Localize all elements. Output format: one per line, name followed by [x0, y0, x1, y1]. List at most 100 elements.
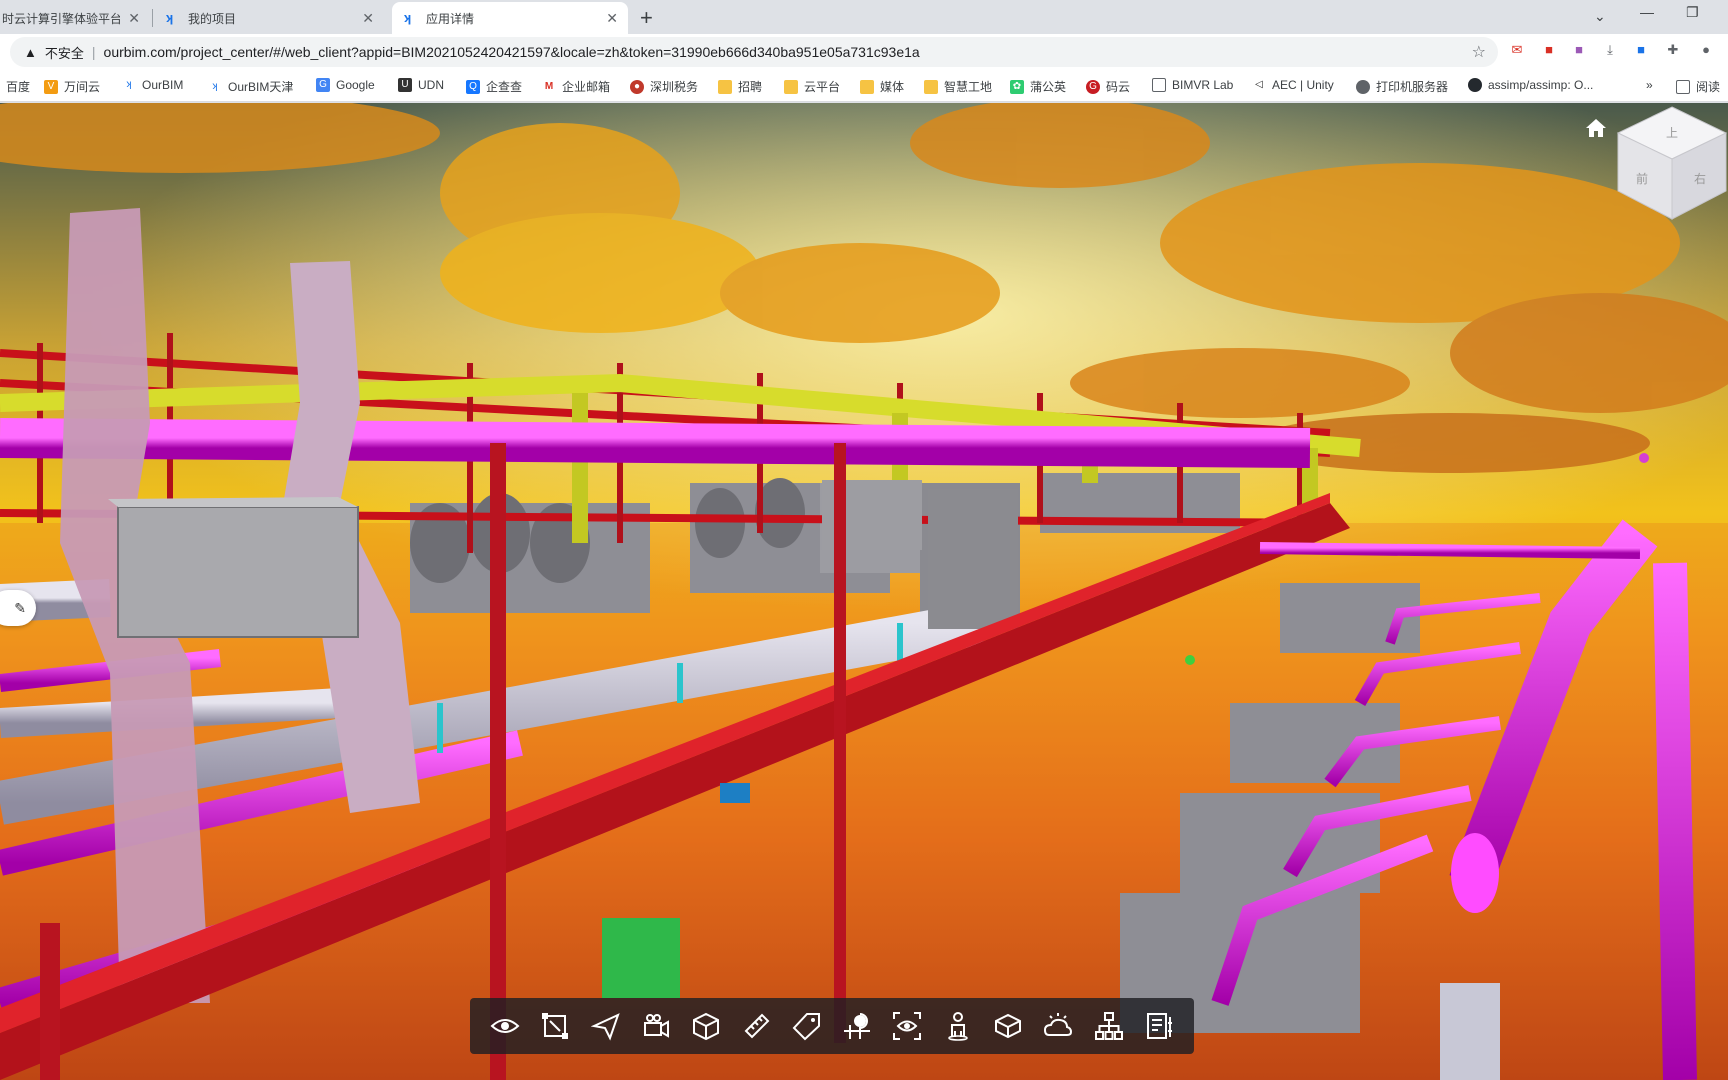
- navcube-face-front[interactable]: 前: [1636, 171, 1648, 186]
- folder-icon: [718, 79, 732, 94]
- navcube-face-right[interactable]: 右: [1694, 171, 1706, 186]
- camera-icon: [643, 1014, 669, 1038]
- tab-app-details[interactable]: ʞ 应用详情 ✕: [392, 2, 628, 34]
- puzzle-icon[interactable]: ✚: [1664, 41, 1682, 59]
- location-button[interactable]: [837, 1006, 877, 1046]
- google-icon: G: [316, 78, 330, 92]
- close-icon[interactable]: ✕: [362, 10, 374, 27]
- folder-icon: [860, 79, 874, 94]
- ourbim-icon: ʞ: [404, 10, 412, 25]
- model-cube-button[interactable]: [686, 1006, 726, 1046]
- bookmark-folder[interactable]: 云平台: [784, 78, 840, 95]
- navigation-cube[interactable]: 上 前 右: [1614, 103, 1728, 223]
- bookmark-folder[interactable]: 招聘: [718, 78, 762, 95]
- section-box-icon: [542, 1013, 569, 1039]
- divider: |: [91, 44, 96, 60]
- bookmark-item[interactable]: V 万间云: [44, 78, 100, 95]
- extension-icon[interactable]: ■: [1632, 41, 1650, 59]
- tab-my-projects[interactable]: ʞ 我的项目 ✕: [154, 2, 384, 34]
- wanjian-icon: V: [44, 79, 58, 94]
- roam-button[interactable]: [586, 1006, 626, 1046]
- restore-button[interactable]: ❐: [1686, 4, 1699, 21]
- navcube-face-top[interactable]: 上: [1666, 126, 1678, 140]
- bookmark-item[interactable]: M 企业邮箱: [542, 78, 610, 95]
- home-view-icon[interactable]: [1585, 118, 1607, 138]
- udn-icon: U: [398, 78, 412, 92]
- page-icon: [1152, 78, 1166, 92]
- tab-separator: [152, 9, 153, 27]
- section-box-button[interactable]: [535, 1006, 575, 1046]
- properties-icon: [1146, 1013, 1172, 1039]
- tab-title: 时云计算引擎体验平台: [2, 11, 120, 26]
- bookmark-star-icon[interactable]: ☆: [1472, 42, 1486, 62]
- download-icon[interactable]: ⤓: [1601, 41, 1619, 59]
- qichacha-icon: Q: [466, 79, 480, 94]
- pin-icon: [844, 1013, 871, 1039]
- tab-title: 应用详情: [426, 11, 475, 26]
- bookmark-item[interactable]: G Google: [316, 78, 375, 92]
- close-icon[interactable]: ✕: [606, 10, 618, 27]
- person-button[interactable]: [938, 1006, 978, 1046]
- bookmark-item[interactable]: ✿ 蒲公英: [1010, 78, 1066, 95]
- bookmark-folder[interactable]: 智慧工地: [924, 78, 992, 95]
- extension-icon[interactable]: ✉: [1508, 41, 1526, 59]
- new-tab-button[interactable]: +: [640, 5, 653, 31]
- measure-button[interactable]: [737, 1006, 777, 1046]
- ruler-icon: [744, 1013, 769, 1039]
- url-text[interactable]: ourbim.com/project_center/#/web_client?a…: [104, 44, 920, 60]
- reading-list-icon: [1676, 79, 1690, 94]
- bookmark-item[interactable]: ʞ OurBIM天津: [208, 78, 294, 95]
- tax-icon: ●: [630, 79, 644, 94]
- pencil-icon: ✎: [14, 600, 26, 616]
- minimize-button[interactable]: —: [1640, 4, 1654, 20]
- address-bar[interactable]: ▲ 不安全 | ourbim.com/project_center/#/web_…: [10, 37, 1498, 67]
- bookmark-item[interactable]: ʞ OurBIM: [122, 78, 184, 92]
- weather-icon: [1044, 1013, 1073, 1036]
- browser-toolbar: ▲ 不安全 | ourbim.com/project_center/#/web_…: [0, 34, 1728, 70]
- ourbim-icon: ʞ: [126, 79, 132, 90]
- unity-icon: ◁: [1255, 79, 1263, 90]
- folder-icon: [924, 79, 938, 94]
- bim-3d-viewport[interactable]: 上 前 右 ✎: [0, 103, 1728, 1080]
- tab-title: 我的项目: [188, 11, 237, 26]
- bookmark-folder[interactable]: 媒体: [860, 78, 904, 95]
- bookmark-item[interactable]: U UDN: [398, 78, 444, 92]
- bookmark-item[interactable]: 打印机服务器: [1356, 78, 1448, 95]
- bookmarks-bar: 百度 V 万间云 ʞ OurBIM ʞ OurBIM天津 G Google U UDN Q…: [0, 70, 1728, 102]
- warning-icon[interactable]: ▲: [24, 45, 37, 60]
- tag-icon: [792, 1013, 820, 1041]
- visibility-button[interactable]: [485, 1006, 525, 1046]
- focus-eye-icon: [893, 1012, 922, 1040]
- bookmark-item[interactable]: ◁ AEC | Unity: [1252, 78, 1334, 92]
- reading-list-button[interactable]: 阅读: [1676, 78, 1720, 95]
- more-bookmarks-button[interactable]: »: [1646, 78, 1653, 92]
- cube-icon: [693, 1012, 720, 1041]
- view-focus-button[interactable]: [887, 1006, 927, 1046]
- scene-render: [0, 103, 1728, 1080]
- edit-panel-handle[interactable]: ✎: [0, 590, 36, 626]
- pdf-icon[interactable]: ■: [1540, 41, 1558, 59]
- box-icon: [994, 1013, 1021, 1039]
- tab-strip: 时云计算引擎体验平台 ✕ ʞ 我的项目 ✕ ʞ 应用详情 ✕ + ⌄ — ❐: [0, 0, 1728, 34]
- bookmark-item[interactable]: assimp/assimp: O...: [1468, 78, 1593, 92]
- weather-button[interactable]: [1038, 1006, 1078, 1046]
- ourbim-icon: ʞ: [166, 10, 174, 25]
- camera-button[interactable]: [636, 1006, 676, 1046]
- person-icon: [947, 1012, 968, 1041]
- explode-button[interactable]: [988, 1006, 1028, 1046]
- extension-icon[interactable]: ■: [1570, 41, 1588, 59]
- bookmark-item[interactable]: BIMVR Lab: [1152, 78, 1233, 92]
- bookmark-item[interactable]: ● 深圳税务: [630, 78, 698, 95]
- bookmark-item[interactable]: 百度: [6, 78, 30, 95]
- bookmark-item[interactable]: Q 企查查: [466, 78, 522, 95]
- structure-tree-button[interactable]: [1089, 1006, 1129, 1046]
- tab-search-icon[interactable]: ⌄: [1594, 8, 1606, 25]
- tag-button[interactable]: [787, 1006, 827, 1046]
- bookmark-item[interactable]: G 码云: [1086, 78, 1130, 95]
- tab-cloud-engine[interactable]: 时云计算引擎体验平台 ✕: [0, 2, 150, 34]
- properties-button[interactable]: [1139, 1006, 1179, 1046]
- profile-icon[interactable]: ●: [1697, 41, 1715, 59]
- close-icon[interactable]: ✕: [128, 10, 140, 27]
- ourbim-icon: ʞ: [212, 80, 218, 92]
- globe-icon: [1356, 79, 1370, 94]
